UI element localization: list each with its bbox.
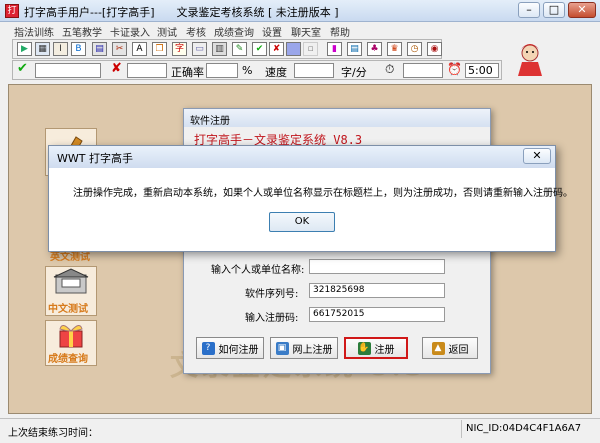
- message-text: 注册操作完成，重新启动本系统，如果个人或单位名称显示在标题栏上，则为注册成功，否…: [73, 188, 573, 199]
- cancel-icon[interactable]: ✘: [269, 42, 284, 56]
- font-size-icon[interactable]: A: [132, 42, 147, 56]
- folder-icon[interactable]: ▫: [303, 42, 318, 56]
- chinese-test-label: 中文测试: [48, 304, 88, 315]
- back-label: 返回: [448, 344, 469, 356]
- users-icon[interactable]: ♣: [367, 42, 382, 56]
- menu-exam[interactable]: 考核: [186, 24, 206, 39]
- scissors-icon[interactable]: ✂: [112, 42, 127, 56]
- maximize-button[interactable]: □: [543, 2, 565, 18]
- alarm-icon[interactable]: ◉: [427, 42, 442, 56]
- name-label: 输入个人或单位名称:: [211, 265, 305, 276]
- monitor-icon: ▣: [275, 341, 289, 355]
- stopwatch-icon: ⏱: [385, 62, 395, 76]
- back-button[interactable]: ▲ 返回: [422, 337, 478, 359]
- confirm-icon[interactable]: ✔: [252, 42, 267, 56]
- window-icon[interactable]: ▭: [192, 42, 207, 56]
- ok-button[interactable]: OK: [269, 212, 335, 232]
- message-box-close-button[interactable]: ✕: [523, 148, 551, 164]
- color-swatch-icon[interactable]: [286, 42, 301, 56]
- handshake-icon: ✋: [357, 341, 371, 355]
- alarm-clock-icon: ⏰: [447, 62, 462, 76]
- window-close-button[interactable]: ✕: [568, 2, 596, 18]
- menu-help[interactable]: 帮助: [330, 24, 350, 39]
- window-title: 打字高手用户---[打字高手] 文录鉴定考核系统 [ 未注册版本 ]: [24, 6, 339, 19]
- stats-toolbar: ✔ ✘ 正确率 % 速度 字/分 ⏱ ⏰ 5:00: [12, 60, 502, 80]
- correct-icon: ✔: [17, 61, 28, 76]
- menu-test[interactable]: 测试: [157, 24, 177, 39]
- last-practice-time: 上次结束练习时间：: [8, 428, 98, 439]
- nic-id: NIC_ID:04D4C4F1A6A7: [461, 420, 596, 438]
- play-icon[interactable]: ▶: [17, 42, 32, 56]
- registration-dialog-title: 软件注册: [184, 109, 490, 127]
- group-icon[interactable]: ♛: [387, 42, 402, 56]
- accuracy-label: 正确率: [171, 66, 204, 79]
- speed-unit-label: 字/分: [341, 66, 367, 79]
- percent-label: %: [242, 64, 253, 77]
- name-input[interactable]: [309, 259, 445, 274]
- timer-field[interactable]: 5:00: [465, 63, 499, 78]
- online-register-label: 网上注册: [292, 344, 333, 356]
- serial-input[interactable]: 321825698: [309, 283, 445, 298]
- text-icon[interactable]: B: [71, 42, 86, 56]
- how-to-register-button[interactable]: ? 如何注册: [196, 337, 264, 359]
- how-to-register-label: 如何注册: [218, 344, 259, 356]
- grid-icon[interactable]: ▥: [212, 42, 227, 56]
- code-label: 输入注册码:: [245, 313, 299, 324]
- menu-fingering[interactable]: 指法训练: [14, 24, 54, 39]
- report-icon[interactable]: ▤: [347, 42, 362, 56]
- keyboard-icon[interactable]: ▦: [35, 42, 50, 56]
- edit-icon[interactable]: ✎: [232, 42, 247, 56]
- help-icon: ?: [201, 341, 215, 355]
- accuracy-field: [206, 63, 238, 78]
- clock-icon[interactable]: ◷: [407, 42, 422, 56]
- menu-wubi[interactable]: 五笔教学: [62, 24, 102, 39]
- cursor-icon[interactable]: I: [53, 42, 68, 56]
- title-bar: 打 打字高手用户---[打字高手] 文录鉴定考核系统 [ 未注册版本 ] – □…: [0, 0, 600, 22]
- book-icon[interactable]: ▤: [92, 42, 107, 56]
- register-label: 注册: [374, 344, 395, 356]
- menu-chat[interactable]: 聊天室: [291, 24, 321, 39]
- elapsed-time-field: [403, 63, 443, 78]
- message-box-title: WWT 打字高手: [49, 146, 555, 168]
- correct-count-field: [35, 63, 101, 78]
- online-register-button[interactable]: ▣ 网上注册: [270, 337, 338, 359]
- back-arrow-icon: ▲: [431, 341, 445, 355]
- menu-bar: 指法训练 五笔教学 卡证录入 测试 考核 成绩查询 设置 聊天室 帮助: [0, 22, 600, 39]
- mascot-image: [512, 40, 548, 78]
- error-icon: ✘: [111, 61, 122, 76]
- speed-field: [294, 63, 334, 78]
- menu-card-entry[interactable]: 卡证录入: [110, 24, 150, 39]
- copy-icon[interactable]: ❐: [152, 42, 167, 56]
- text-color-icon[interactable]: 字: [172, 42, 187, 56]
- serial-label: 软件序列号:: [245, 289, 299, 300]
- message-box: WWT 打字高手 ✕ 注册操作完成，重新启动本系统，如果个人或单位名称显示在标题…: [48, 145, 573, 252]
- score-query-label: 成绩查询: [48, 354, 88, 365]
- app-icon: 打: [5, 4, 19, 18]
- chart-icon[interactable]: ▮: [327, 42, 342, 56]
- registration-code-input[interactable]: 661752015: [309, 307, 445, 322]
- icon-toolbar: ▶ ▦ I B ▤ ✂ A ❐ 字 ▭ ▥ ✎ ✔ ✘ ▫ ▮ ▤ ♣ ♛ ◷ …: [12, 39, 442, 59]
- error-count-field: [127, 63, 167, 78]
- speed-label: 速度: [265, 66, 287, 79]
- menu-score-query[interactable]: 成绩查询: [214, 24, 254, 39]
- register-button[interactable]: ✋ 注册: [344, 337, 408, 359]
- menu-settings[interactable]: 设置: [262, 24, 282, 39]
- minimize-button[interactable]: –: [518, 2, 540, 18]
